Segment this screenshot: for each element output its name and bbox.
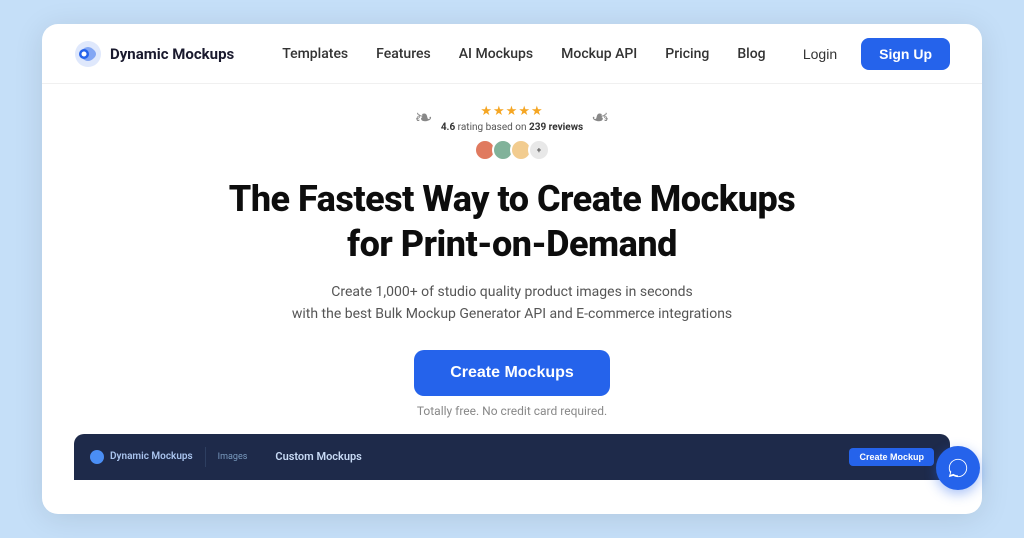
rating-text: 4.6 rating based on 239 reviews [441,122,583,133]
nav-link-features[interactable]: Features [376,46,431,62]
nav-link-templates[interactable]: Templates [282,46,348,62]
preview-create-button[interactable]: Create Mockup [849,448,934,466]
rating-score: 4.6 [441,122,455,133]
hero-subtext-line2: with the best Bulk Mockup Generator API … [292,306,732,322]
chat-icon [947,457,969,479]
nav-links: Templates Features AI Mockups Mockup API… [282,46,791,62]
laurel-right-icon: ❧ [591,108,609,130]
star-rating: ★★★★★ [480,104,543,119]
cta-note: Totally free. No credit card required. [417,404,607,418]
nav-link-ai-mockups[interactable]: AI Mockups [459,46,533,62]
logo-text: Dynamic Mockups [110,45,234,63]
nav-link-pricing[interactable]: Pricing [665,46,709,62]
logo-icon [74,40,102,68]
preview-nav-item: Images [218,452,248,462]
navbar: Dynamic Mockups Templates Features AI Mo… [42,24,982,84]
rating-label: rating based on 239 reviews [458,122,584,133]
chat-bubble[interactable] [936,446,980,490]
avatars-row: + [474,139,550,161]
avatar-more: + [528,139,550,161]
cta-button[interactable]: Create Mockups [414,350,610,396]
hero-heading-line1: The Fastest Way to Create Mockups [229,178,795,220]
preview-logo-dot [90,450,104,464]
laurel-left-icon: ❧ [414,108,432,130]
hero-subtext-line1: Create 1,000+ of studio quality product … [331,284,692,300]
preview-bar: Dynamic Mockups Images Custom Mockups Cr… [74,434,950,480]
preview-title: Custom Mockups [275,450,361,463]
hero-subtext: Create 1,000+ of studio quality product … [292,281,732,326]
logo[interactable]: Dynamic Mockups [74,40,234,68]
hero-heading: The Fastest Way to Create Mockups for Pr… [229,177,795,267]
hero-heading-line2: for Print-on-Demand [347,223,677,265]
rating-badge: ❧ ★★★★★ 4.6 rating based on 239 reviews … [414,104,609,161]
preview-logo: Dynamic Mockups [90,450,193,464]
nav-link-blog[interactable]: Blog [737,46,765,62]
login-button[interactable]: Login [791,40,849,68]
signup-button[interactable]: Sign Up [861,38,950,70]
hero-section: ❧ ★★★★★ 4.6 rating based on 239 reviews … [42,84,982,514]
nav-actions: Login Sign Up [791,38,950,70]
preview-divider [205,447,206,467]
preview-logo-text: Dynamic Mockups [110,451,193,462]
nav-link-mockup-api[interactable]: Mockup API [561,46,637,62]
